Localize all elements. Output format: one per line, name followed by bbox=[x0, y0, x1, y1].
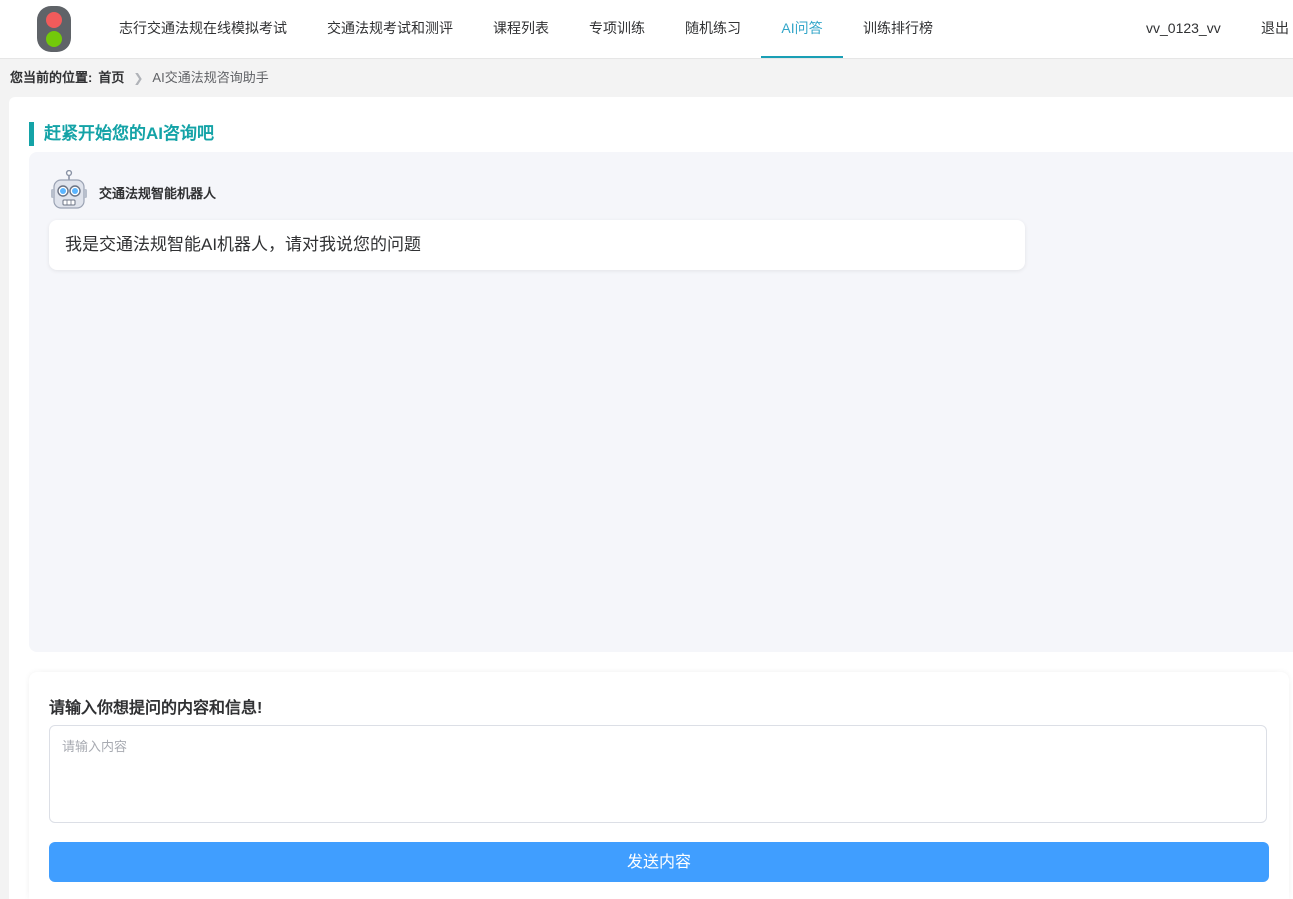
breadcrumb-home-link[interactable]: 首页 bbox=[98, 70, 124, 85]
question-input[interactable] bbox=[49, 725, 1267, 823]
chevron-right-icon: ❯ bbox=[133, 71, 144, 85]
input-title: 请输入你想提问的内容和信息! bbox=[49, 700, 263, 717]
nav-item-ai-qa-label: AI问答 bbox=[781, 20, 823, 36]
red-light bbox=[46, 12, 62, 28]
chat-area[interactable]: 交通法规智能机器人 我是交通法规智能AI机器人，请对我说您的问题 bbox=[29, 152, 1293, 652]
traffic-light-icon[interactable] bbox=[37, 6, 71, 52]
nav-item-home[interactable]: 志行交通法规在线模拟考试 bbox=[119, 0, 287, 57]
breadcrumb-current: AI交通法规咨询助手 bbox=[152, 70, 269, 85]
nav-item-ranking[interactable]: 训练排行榜 bbox=[863, 0, 933, 57]
bot-name: 交通法规智能机器人 bbox=[99, 186, 217, 201]
robot-icon bbox=[51, 170, 87, 209]
nav-item-special-training[interactable]: 专项训练 bbox=[589, 0, 645, 57]
breadcrumb: 您当前的位置: 首页 ❯ AI交通法规咨询助手 bbox=[10, 68, 269, 88]
main-card: 赶紧开始您的AI咨询吧 交通法规智能机器人 我是交通法规智能AI机器人，请对我说… bbox=[9, 97, 1293, 899]
nav-item-courses[interactable]: 课程列表 bbox=[493, 0, 549, 57]
section-title: 赶紧开始您的AI咨询吧 bbox=[29, 122, 214, 146]
green-light bbox=[46, 31, 62, 47]
nav-item-random-practice[interactable]: 随机练习 bbox=[685, 0, 741, 57]
nav-item-exam[interactable]: 交通法规考试和测评 bbox=[327, 0, 453, 57]
breadcrumb-label: 您当前的位置: bbox=[10, 70, 93, 85]
top-navbar: 志行交通法规在线模拟考试 交通法规考试和测评 课程列表 专项训练 随机练习 AI… bbox=[0, 0, 1293, 59]
input-card: 请输入你想提问的内容和信息! 发送内容 bbox=[29, 672, 1289, 899]
logout-button[interactable]: 退出 bbox=[1261, 0, 1289, 57]
chat-message-bubble: 我是交通法规智能AI机器人，请对我说您的问题 bbox=[49, 220, 1025, 270]
username[interactable]: vv_0123_vv bbox=[1146, 0, 1221, 57]
send-button[interactable]: 发送内容 bbox=[49, 842, 1269, 882]
nav-item-ai-qa[interactable]: AI问答 bbox=[761, 0, 843, 58]
